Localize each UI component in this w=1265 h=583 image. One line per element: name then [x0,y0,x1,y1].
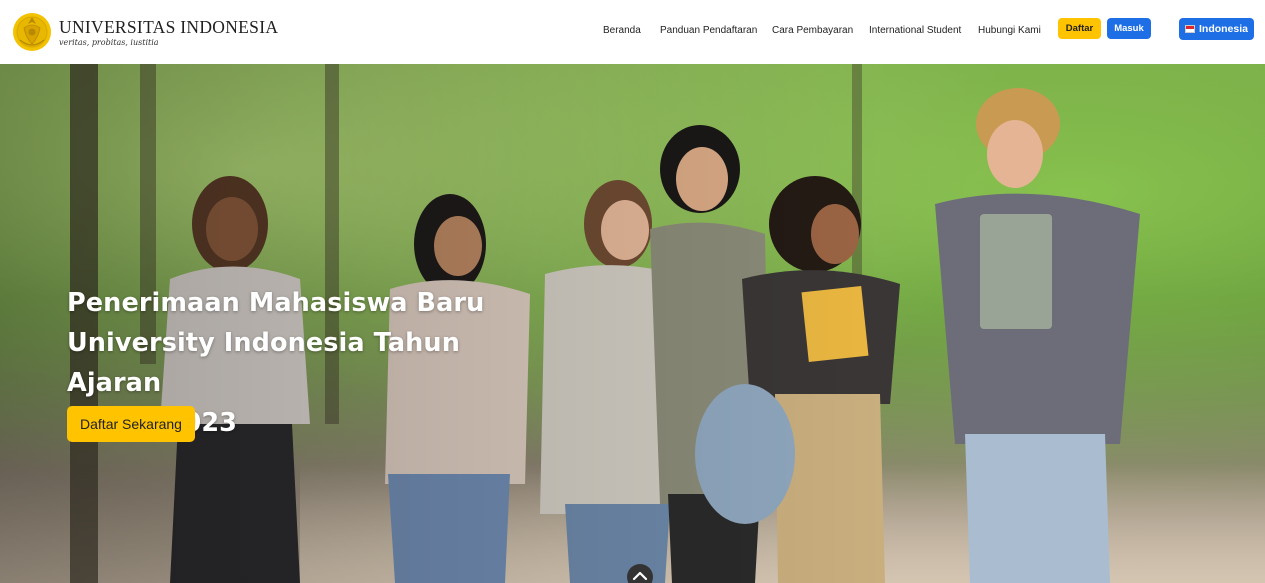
hero-title-line: University Indonesia Tahun Ajaran [67,328,460,398]
top-navbar: UNIVERSITAS INDONESIA veritas, probitas,… [0,0,1265,64]
chevron-up-icon [632,571,648,581]
daftar-button[interactable]: Daftar [1058,18,1101,39]
nav-panduan-pendaftaran[interactable]: Panduan Pendaftaran [660,25,757,37]
nav-beranda[interactable]: Beranda [603,25,641,37]
main-nav: Beranda Panduan Pendaftaran Cara Pembaya… [0,0,1265,64]
language-selector[interactable]: Indonesia [1179,18,1254,40]
scroll-button[interactable] [627,564,653,583]
nav-hubungi-kami[interactable]: Hubungi Kami [978,25,1041,37]
nav-international-student[interactable]: International Student [869,25,961,37]
masuk-button[interactable]: Masuk [1107,18,1151,39]
indonesia-flag-icon [1184,25,1195,33]
hero-banner: Penerimaan Mahasiswa Baru University Ind… [0,64,1265,583]
nav-cara-pembayaran[interactable]: Cara Pembayaran [772,25,853,37]
hero-title-line: Penerimaan Mahasiswa Baru [67,288,485,318]
daftar-sekarang-button[interactable]: Daftar Sekarang [67,406,195,442]
language-label: Indonesia [1198,23,1248,35]
